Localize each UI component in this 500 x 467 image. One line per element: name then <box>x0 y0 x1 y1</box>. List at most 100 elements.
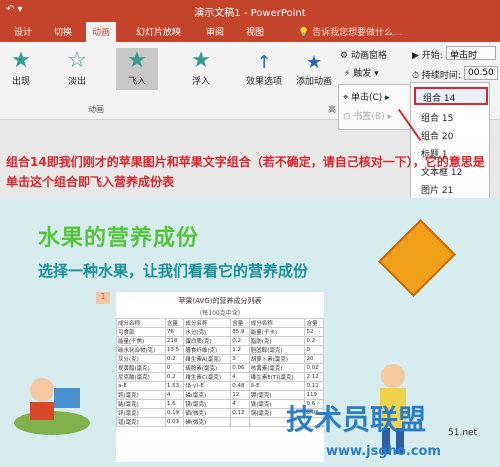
table-cell: 碳水化合物(克) <box>116 345 166 355</box>
table-cell: 锰(毫克) <box>116 417 166 427</box>
table-row: 灰分(克) 0.2 维生素A(毫克) 3 胡萝卜素(毫克) 20 <box>116 354 324 364</box>
table-cell: 膳食纤维(克) <box>183 345 232 355</box>
table-cell: 12 <box>230 390 250 400</box>
tab-review[interactable]: 审阅 <box>206 25 224 38</box>
table-cell: 锌(毫克) <box>116 408 166 418</box>
table-cell: 胆固醇(毫克) <box>248 345 306 355</box>
star-icon: ★ <box>191 48 211 73</box>
menu-item-click[interactable]: ⌖ 单击(C) ▸ <box>343 90 390 103</box>
table-cell: 4 <box>230 372 250 382</box>
table-cell: 可食部 <box>116 327 166 337</box>
duration-label: ⏱ 持续时间: <box>412 71 461 81</box>
table-cell: 218 <box>164 336 185 346</box>
child-reading-image <box>12 368 92 438</box>
table-cell: 钠(毫克) <box>116 399 166 409</box>
table-cell: 核黄素(毫克) <box>248 363 306 373</box>
table-cell: 维生素A(毫克) <box>183 354 232 364</box>
table-cell: 碘(微克) <box>183 417 232 427</box>
table-row: 可食部 76 水分(克) 85.9 能量(千卡) 52 <box>116 327 324 337</box>
table-cell: 含量 <box>164 318 185 328</box>
table-cell: 0.2 <box>164 354 185 364</box>
menu-item-bookmark[interactable]: ⊡ 书签(B) ▸ <box>343 109 392 122</box>
table-cell: 0.11 <box>304 381 324 391</box>
table-cell: 维生素E(T)(毫克) <box>248 372 306 382</box>
table-cell: 0.06 <box>230 363 250 373</box>
star-add-icon: ★ <box>305 52 323 73</box>
table-cell: 1.6 <box>164 399 185 409</box>
table-cell: 4 <box>164 390 185 400</box>
star-icon: ★ <box>11 48 31 73</box>
star-icon: ☆ <box>67 48 87 73</box>
table-cell: 0.2 <box>230 336 250 346</box>
table-cell: 成分名称 <box>116 318 166 328</box>
start-label: ▶ 开始: <box>412 51 443 61</box>
kite-image <box>378 219 456 297</box>
table-cell: 水分(克) <box>183 327 232 337</box>
tab-design[interactable]: 设计 <box>14 25 32 38</box>
table-cell: 1.53 <box>164 381 185 391</box>
anim-float-in[interactable]: ★ 浮入 <box>180 48 222 90</box>
table-cell: 维生素C(毫克) <box>183 372 232 382</box>
table-row: 成分名称 含量 成分名称 含量 成分名称 含量 <box>116 318 324 328</box>
table-row: 碳水化合物(克) 13.5 膳食纤维(克) 1.2 胆固醇(毫克) 0 <box>116 345 324 355</box>
table-cell: 胡萝卜素(毫克) <box>248 354 306 364</box>
group-label-advanced: 高 <box>328 105 336 114</box>
animation-pane-button[interactable]: ⚙ 动画窗格 <box>340 48 387 61</box>
table-cell <box>230 417 250 427</box>
trigger-menu: ⌖ 单击(C) ▸ ⊡ 书签(B) ▸ <box>338 84 412 130</box>
table-cell: 钙(毫克) <box>116 390 166 400</box>
anim-fly-in[interactable]: ★ 飞入 <box>116 48 158 90</box>
watermark-side: 51.net <box>448 428 478 438</box>
table-cell: 硫胺素(毫克) <box>183 363 232 373</box>
table-cell: a-E <box>116 381 166 391</box>
table-cell: 13.5 <box>164 345 185 355</box>
table-cell: 灰分(克) <box>116 354 166 364</box>
table-cell: δ-E <box>248 381 306 391</box>
table-cell: 尼克酸(毫克) <box>116 372 166 382</box>
table-row: 视黄醇(毫克) 0 硫胺素(毫克) 0.06 核黄素(毫克) 0.02 <box>116 363 324 373</box>
table-cell: 0.12 <box>230 408 250 418</box>
menu-item-group-15[interactable]: 组合 15 <box>421 111 453 124</box>
menu-item-group-20[interactable]: 组合 20 <box>421 129 453 142</box>
slide-heading: 水果的营养成份 <box>38 226 200 251</box>
add-animation-button[interactable]: ★ 添加动画 <box>296 52 332 87</box>
table-cell: (β-γ)-E <box>183 381 232 391</box>
table-cell: 含量 <box>230 318 250 328</box>
table-cell: 52 <box>304 327 324 337</box>
annotation-note: 组合14即我们刚才的苹果图片和苹果文字组合（若不确定，请自己核对一下），它的意思… <box>6 155 485 189</box>
table-cell: 含量 <box>304 318 324 328</box>
menu-item-group-14[interactable]: 组合 14 <box>414 87 488 105</box>
table-cell: 能量(千焦) <box>116 336 166 346</box>
duration-input[interactable]: 00.50 <box>464 66 498 80</box>
trigger-button[interactable]: ⚡ 触发 ▾ <box>344 66 379 79</box>
table-row: 能量(千焦) 218 蛋白质(克) 0.2 脂肪(克) 0.2 <box>116 336 324 346</box>
anim-fade[interactable]: ☆ 淡出 <box>56 48 98 90</box>
table-cell: 硒(微克) <box>183 408 232 418</box>
tell-me-input[interactable]: 💡 告诉我您想要做什么... <box>298 25 402 38</box>
table-cell: 0.03 <box>164 417 185 427</box>
arrow-icon: ↑ <box>256 52 272 73</box>
table-cell: 蛋白质(克) <box>183 336 232 346</box>
start-select[interactable]: 单击时 <box>446 46 496 61</box>
tab-transitions[interactable]: 切换 <box>54 25 72 38</box>
slide-canvas[interactable]: 水果的营养成份 选择一种水果，让我们看看它的营养成份 1 苹果(AVG)的营养成… <box>0 198 500 467</box>
table-cell: 1.2 <box>230 345 250 355</box>
table-cell: 镁(毫克) <box>183 399 232 409</box>
table-cell: 脂肪(克) <box>248 336 306 346</box>
tab-animations[interactable]: 动画 <box>86 22 117 42</box>
table-cell: 成分名称 <box>183 318 232 328</box>
title-bar: ↶ ▾ 演示文稿1 - PowerPoint <box>0 0 500 22</box>
table-cell: 0.48 <box>230 381 250 391</box>
table-cell: 0 <box>164 363 185 373</box>
animation-badge: 1 <box>96 292 110 304</box>
table-cell: 20 <box>304 354 324 364</box>
table-cell: 76 <box>164 327 185 337</box>
slide-subheading: 选择一种水果，让我们看看它的营养成份 <box>38 262 309 280</box>
anim-appear[interactable]: ★ 出现 <box>0 48 42 90</box>
window-title: 演示文稿1 - PowerPoint <box>194 8 306 19</box>
table-cell: 2.12 <box>304 372 324 382</box>
tab-slideshow[interactable]: 幻灯片放映 <box>136 25 181 38</box>
effect-options-button[interactable]: ↑ 效果选项 <box>246 52 282 87</box>
table-cell: 0 <box>304 345 324 355</box>
tab-view[interactable]: 视图 <box>246 25 264 38</box>
